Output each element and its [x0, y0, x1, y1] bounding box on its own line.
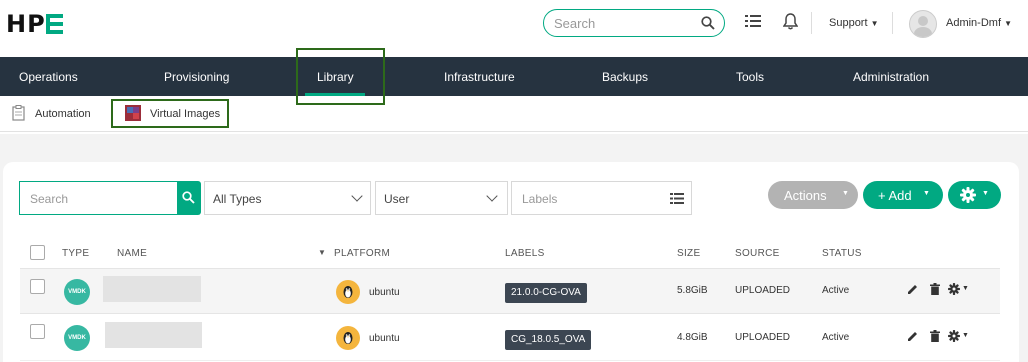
- caret-down-icon: ▼: [962, 285, 969, 292]
- caret-down-icon: ▼: [982, 190, 989, 197]
- bell-icon[interactable]: [783, 13, 798, 30]
- col-source[interactable]: SOURCE: [735, 248, 780, 259]
- row-gear-icon[interactable]: [948, 283, 960, 295]
- gear-icon: [960, 187, 976, 203]
- trash-icon[interactable]: [930, 330, 940, 342]
- nav-provisioning[interactable]: Provisioning: [164, 70, 229, 84]
- linux-penguin-icon: [336, 326, 360, 350]
- type-select-value: All Types: [213, 192, 262, 206]
- actions-label: Actions: [784, 188, 827, 203]
- status-value: Active: [822, 285, 850, 296]
- caret-down-icon: ▼: [870, 19, 879, 28]
- avatar[interactable]: [909, 10, 937, 38]
- col-size[interactable]: SIZE: [677, 248, 700, 259]
- add-button[interactable]: + Add ▼: [863, 181, 943, 209]
- sort-caret-icon: ▼: [318, 248, 327, 257]
- logo-e-mark: [45, 14, 64, 34]
- caret-down-icon: ▼: [842, 190, 849, 197]
- source-value: UPLOADED: [735, 332, 791, 343]
- col-type[interactable]: TYPE: [62, 248, 89, 259]
- size-value: 5.8GiB: [677, 285, 708, 296]
- select-all-checkbox[interactable]: [30, 245, 45, 260]
- virtual-images-highlight-box: [111, 99, 229, 128]
- user-menu[interactable]: Admin-Dmf ▼: [946, 17, 1012, 29]
- col-platform[interactable]: PLATFORM: [334, 248, 390, 259]
- source-value: UPLOADED: [735, 285, 791, 296]
- caret-down-icon: ▼: [1004, 19, 1012, 28]
- nav-operations[interactable]: Operations: [19, 70, 78, 84]
- support-label: Support: [829, 17, 868, 29]
- labels-placeholder: Labels: [522, 192, 558, 206]
- row-checkbox[interactable]: [30, 279, 45, 294]
- clipboard-icon: [12, 105, 25, 121]
- row-name-redacted[interactable]: [103, 276, 201, 302]
- platform-label: ubuntu: [369, 333, 400, 344]
- size-value: 4.8GiB: [677, 332, 708, 343]
- nav-infrastructure[interactable]: Infrastructure: [444, 70, 515, 84]
- status-value: Active: [822, 332, 850, 343]
- caret-down-icon: ▼: [962, 332, 969, 339]
- global-search-input[interactable]: [554, 15, 694, 31]
- vmdk-type-icon: VMDK: [64, 325, 90, 351]
- add-label: + Add: [878, 188, 912, 203]
- edit-pencil-icon[interactable]: [907, 331, 918, 342]
- global-search[interactable]: [543, 9, 725, 37]
- labels-input[interactable]: Labels: [511, 181, 692, 215]
- subnav-automation[interactable]: Automation: [35, 108, 91, 120]
- filter-search-placeholder: Search: [30, 192, 69, 206]
- row-gear-icon[interactable]: [948, 330, 960, 342]
- header-divider: [811, 12, 812, 34]
- chevron-down-icon: [351, 190, 363, 202]
- type-select[interactable]: All Types: [204, 181, 371, 215]
- chevron-down-icon: [486, 190, 498, 202]
- library-highlight-box: [296, 48, 385, 105]
- nav-tools[interactable]: Tools: [736, 70, 764, 84]
- list-icon[interactable]: [670, 192, 684, 205]
- search-icon: [182, 191, 195, 204]
- nav-backups[interactable]: Backups: [602, 70, 648, 84]
- vmdk-type-icon: VMDK: [64, 279, 90, 305]
- row-name-redacted[interactable]: [105, 322, 202, 348]
- actions-button[interactable]: Actions ▼: [768, 181, 858, 209]
- platform-label: ubuntu: [369, 287, 400, 298]
- filter-search-input[interactable]: Search: [19, 181, 179, 215]
- col-name[interactable]: NAME: [117, 248, 147, 259]
- logo-text: HP: [6, 10, 46, 38]
- header-divider: [892, 12, 893, 34]
- linux-penguin-icon: [336, 280, 360, 304]
- owner-select[interactable]: User: [375, 181, 508, 215]
- nav-administration[interactable]: Administration: [853, 70, 929, 84]
- filter-search-button[interactable]: [177, 181, 201, 215]
- settings-button[interactable]: ▼: [948, 181, 1001, 209]
- col-status[interactable]: STATUS: [822, 248, 862, 259]
- trash-icon[interactable]: [930, 283, 940, 295]
- label-badge[interactable]: 21.0.0-CG-OVA: [505, 283, 587, 303]
- hpe-logo[interactable]: HP: [6, 10, 64, 38]
- support-menu[interactable]: Support ▼: [829, 17, 879, 29]
- edit-pencil-icon[interactable]: [907, 284, 918, 295]
- owner-select-value: User: [384, 192, 410, 206]
- col-labels[interactable]: LABELS: [505, 248, 545, 259]
- main-nav: Operations Provisioning Library Infrastr…: [0, 57, 1028, 96]
- label-badge[interactable]: CG_18.0.5_OVA: [505, 330, 592, 350]
- search-icon[interactable]: [701, 16, 715, 30]
- row-checkbox[interactable]: [30, 324, 45, 339]
- user-label: Admin-Dmf: [946, 17, 1002, 29]
- top-header: HP Support ▼ Admin-Dmf ▼: [0, 0, 1028, 56]
- list-view-icon[interactable]: [745, 13, 761, 29]
- caret-down-icon: ▼: [923, 190, 930, 197]
